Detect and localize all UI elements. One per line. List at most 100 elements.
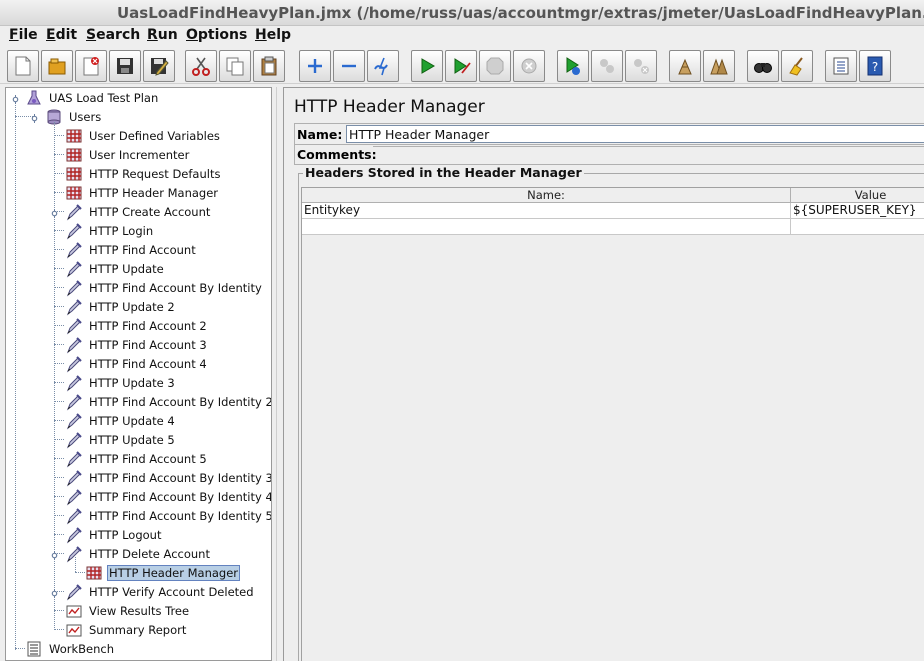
tree-node[interactable]: HTTP Request Defaults [65,164,222,183]
sampler-icon [65,507,83,525]
tree-node[interactable]: HTTP Find Account By Identity 2 [65,392,271,411]
tree-expand-handle[interactable] [50,549,59,560]
sampler-icon [65,393,83,411]
tree-guide-line [54,382,64,383]
paste-button[interactable] [253,50,285,82]
save-as-icon [151,58,169,76]
header-value-cell[interactable] [791,219,924,235]
test-plan-tree[interactable]: UAS Load Test Plan Users User Defined Vari… [5,87,272,661]
tree-node[interactable]: HTTP Find Account By Identity [65,278,264,297]
tree-node[interactable]: HTTP Logout [65,525,163,544]
tree-node[interactable]: User Defined Variables [65,126,222,145]
tree-node[interactable]: HTTP Verify Account Deleted [65,582,256,601]
tree-node[interactable]: HTTP Find Account 3 [65,335,209,354]
search-button[interactable] [747,50,779,82]
remote-stop-icon [600,59,614,73]
tree-node[interactable]: HTTP Find Account 4 [65,354,209,373]
header-name-cell[interactable] [302,219,791,235]
tree-node[interactable]: HTTP Login [65,221,155,240]
tree-node[interactable]: HTTP Update 3 [65,373,177,392]
tree-node[interactable]: HTTP Delete Account [65,544,212,563]
tree-guide-line [54,249,64,250]
stop-button[interactable] [479,50,511,82]
tree-node[interactable]: HTTP Update [65,259,166,278]
menu-file[interactable]: File [9,27,38,43]
menu-search[interactable]: Search [86,27,140,43]
tree-expand-handle[interactable] [50,587,59,598]
remote-start-button[interactable] [557,50,589,82]
name-field[interactable] [346,125,924,143]
cut-button[interactable] [185,50,217,82]
reset-search-button[interactable] [781,50,813,82]
tree-expand-handle[interactable] [50,207,59,218]
menu-run[interactable]: Run [147,27,178,43]
sampler-icon [65,526,83,544]
tree-node[interactable]: HTTP Find Account 2 [65,316,209,335]
open-button[interactable] [41,50,73,82]
tree-node[interactable]: HTTP Update 4 [65,411,177,430]
toggle-button[interactable] [367,50,399,82]
tree-guide-line [54,192,64,193]
new-icon [15,56,31,76]
help-button[interactable]: ? [859,50,891,82]
comments-field[interactable] [373,146,924,163]
tree-guide-line [15,102,16,650]
remote-shutdown-button[interactable] [625,50,657,82]
cut-icon [192,57,210,76]
save-as-button[interactable] [143,50,175,82]
tree-node[interactable]: HTTP Create Account [65,202,212,221]
start-no-pause-button[interactable] [445,50,477,82]
remote-stop-button[interactable] [591,50,623,82]
tree-guide-line [54,420,64,421]
tree-node[interactable]: User Incrementer [65,145,191,164]
table-row[interactable] [302,219,924,235]
tree-guide-line [54,325,64,326]
column-header-value[interactable]: Value [791,188,924,203]
new-button[interactable] [7,50,39,82]
menu-edit[interactable]: Edit [46,27,77,43]
copy-button[interactable] [219,50,251,82]
split-pane-divider[interactable] [272,87,283,661]
tree-node-test-plan[interactable]: UAS Load Test Plan [25,88,160,107]
menu-help[interactable]: Help [255,27,291,43]
column-header-name[interactable]: Name: [302,188,791,203]
tree-expand-handle[interactable] [11,93,20,104]
close-button[interactable] [75,50,107,82]
tree-node[interactable]: HTTP Header Manager [85,563,241,582]
tree-guide-line [54,610,64,611]
collapse-button[interactable] [333,50,365,82]
tree-node[interactable]: HTTP Find Account [65,240,198,259]
listener-icon [65,602,83,620]
tree-node[interactable]: HTTP Find Account By Identity 3 [65,468,272,487]
tree-node-label: Users [69,109,102,124]
tree-expand-handle[interactable] [30,112,39,123]
tree-node[interactable]: HTTP Header Manager [65,183,220,202]
tree-node[interactable]: HTTP Find Account By Identity 5 [65,506,271,525]
tree-node[interactable]: HTTP Update 2 [65,297,177,316]
save-button[interactable] [109,50,141,82]
tree-node[interactable]: View Results Tree [65,601,191,620]
tree-node-label: HTTP Find Account By Identity 3 [89,470,272,485]
tree-guide-line [54,439,64,440]
tree-node[interactable]: Summary Report [65,620,188,639]
table-row[interactable]: Entitykey ${SUPERUSER_KEY} [302,203,924,219]
remote-start-icon [566,57,580,75]
tree-node[interactable]: HTTP Find Account By Identity 4 [65,487,271,506]
tree-node[interactable]: HTTP Find Account 5 [65,449,209,468]
clear-all-button[interactable] [703,50,735,82]
window-titlebar: UasLoadFindHeavyPlan.jmx (/home/russ/uas… [0,0,924,26]
tree-node[interactable]: HTTP Update 5 [65,430,177,449]
start-button[interactable] [411,50,443,82]
clear-button[interactable] [669,50,701,82]
expand-button[interactable] [299,50,331,82]
tree-node-label: HTTP Update 5 [89,432,175,447]
svg-text:?: ? [872,60,878,74]
header-name-cell[interactable]: Entitykey [302,203,791,219]
tree-node-workbench[interactable]: WorkBench [25,639,116,658]
config-icon [65,127,83,145]
header-value-cell[interactable]: ${SUPERUSER_KEY} [791,203,924,219]
menu-options[interactable]: Options [186,27,247,43]
function-helper-button[interactable] [825,50,857,82]
tree-guide-line [75,572,85,573]
shutdown-button[interactable] [513,50,545,82]
